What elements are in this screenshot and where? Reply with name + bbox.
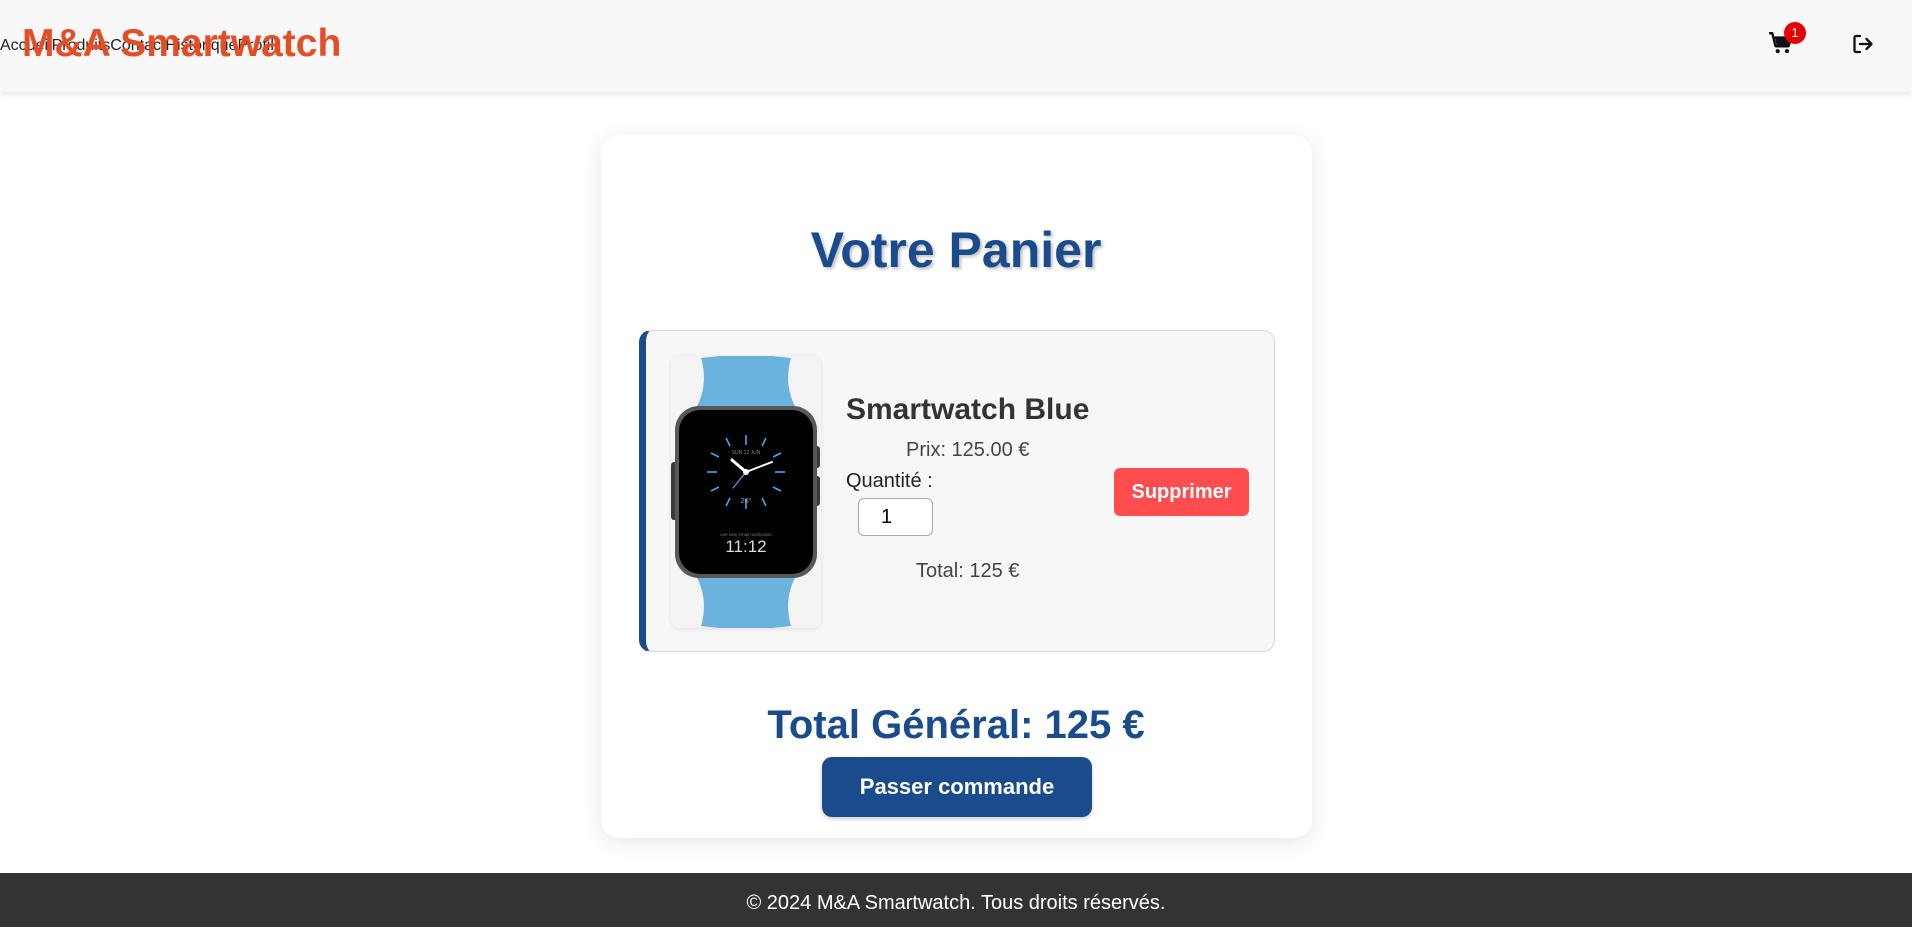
- grand-total: Total Général: 125 €: [767, 703, 1145, 747]
- watch-date: SUN 12 JUN: [732, 450, 761, 456]
- site-footer: © 2024 M&A Smartwatch. Tous droits réser…: [0, 873, 1912, 927]
- site-header: M&A Smartwatch Accueil Produits Contact …: [0, 0, 1912, 92]
- item-total: Total: 125 €: [916, 560, 1020, 582]
- place-order-button[interactable]: Passer commande: [822, 757, 1092, 817]
- remove-button[interactable]: Supprimer: [1114, 468, 1249, 516]
- quantity-label: Quantité :: [846, 470, 933, 492]
- product-name: Smartwatch Blue: [846, 393, 1090, 426]
- cart-count-badge: 1: [1784, 22, 1806, 44]
- page-title: Votre Panier: [810, 222, 1102, 278]
- site-logo[interactable]: M&A Smartwatch: [22, 20, 341, 68]
- quantity-input[interactable]: [858, 498, 933, 536]
- logout-icon[interactable]: [1851, 32, 1875, 56]
- watch-time: 11:12: [725, 537, 766, 556]
- product-price: Prix: 125.00 €: [906, 439, 1030, 461]
- watch-temperature: 26°: [741, 497, 752, 505]
- product-image: SUN 12 JUN 26° one new email notificatio…: [671, 356, 821, 628]
- footer-text: © 2024 M&A Smartwatch. Tous droits réser…: [746, 892, 1166, 914]
